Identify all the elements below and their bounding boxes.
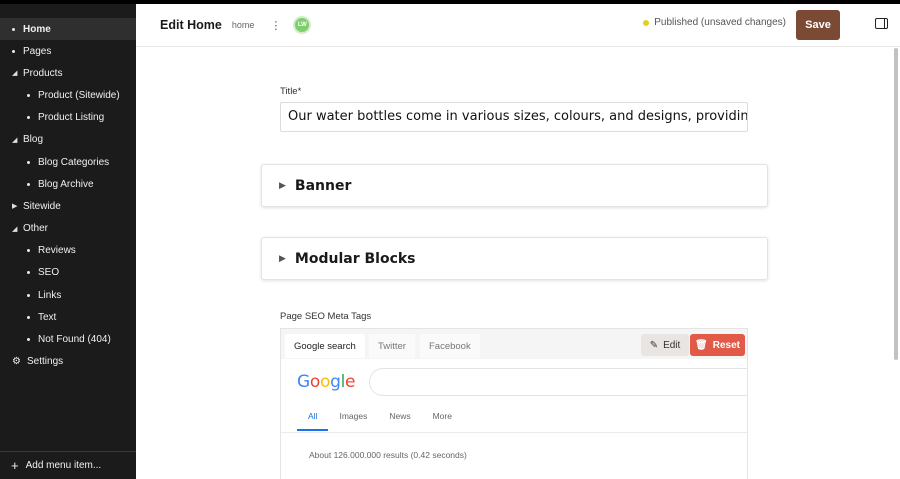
sidebar-nav: Home Pages ◢ Products Product (Sitewide) Prod…	[0, 4, 136, 373]
google-result-tabs: All Images News More	[297, 411, 463, 431]
sidebar-item-label: Blog	[23, 134, 44, 146]
caret-down-icon: ◢	[12, 70, 18, 78]
gear-icon: ⚙	[12, 356, 21, 368]
sidebar-item-blog-archive[interactable]: Blog Archive	[0, 173, 136, 195]
title-input[interactable]: Our water bottles come in various sizes,…	[280, 102, 748, 132]
sidebar-item-pages[interactable]: Pages	[0, 40, 136, 62]
sidebar-item-label: Product Listing	[38, 112, 105, 124]
tab-facebook[interactable]: Facebook	[420, 334, 480, 358]
tab-twitter[interactable]: Twitter	[369, 334, 415, 358]
sidebar-item-label: Other	[23, 223, 49, 235]
seo-edit-label: Edit	[663, 339, 681, 351]
caret-right-icon: ▶	[279, 180, 286, 190]
google-tab-more: More	[432, 411, 452, 421]
bullet-icon	[27, 338, 30, 342]
bullet-icon	[27, 160, 30, 164]
sidebar-item-text[interactable]: Text	[0, 306, 136, 328]
seo-reset-label: Reset	[712, 339, 740, 351]
sidebar-item-label: Product (Sitewide)	[38, 89, 120, 101]
seo-edit-button[interactable]: ✎ Edit	[641, 334, 689, 356]
google-tab-news: News	[389, 411, 411, 421]
google-search-box	[369, 368, 747, 396]
sidebar-item-label: Blog Categories	[38, 156, 110, 168]
google-results-count: About 126.000.000 results (0.42 seconds)	[309, 450, 467, 460]
sidebar-item-links[interactable]: Links	[0, 284, 136, 306]
sidebar-item-product-sitewide[interactable]: Product (Sitewide)	[0, 84, 136, 106]
sidebar-item-home[interactable]: Home	[0, 18, 136, 40]
sidebar-item-label: Settings	[27, 356, 64, 368]
google-tab-images: Images	[339, 411, 368, 421]
bullet-icon	[27, 249, 30, 253]
sidebar-item-other[interactable]: ◢ Other	[0, 218, 136, 240]
bullet-icon	[27, 93, 30, 97]
caret-right-icon: ▶	[279, 253, 286, 263]
trash-icon: 🗑	[695, 339, 708, 351]
bullet-icon	[12, 27, 15, 31]
sidebar-item-blog-categories[interactable]: Blog Categories	[0, 151, 136, 173]
modular-blocks-accordion[interactable]: ▶ Modular Blocks	[261, 237, 768, 280]
sidebar: Home Pages ◢ Products Product (Sitewide) Prod…	[0, 0, 136, 479]
avatar[interactable]: LW	[293, 16, 312, 34]
caret-down-icon: ◢	[12, 225, 18, 233]
bullet-icon	[27, 182, 30, 186]
sidebar-item-label: Reviews	[38, 245, 76, 257]
status-dot-icon	[643, 19, 650, 26]
sidebar-item-sitewide[interactable]: ▶ Sitewide	[0, 195, 136, 217]
google-tab-all: All	[297, 411, 329, 431]
main-content: Title* Our water bottles come in various…	[136, 48, 900, 479]
sidebar-item-products[interactable]: ◢ Products	[0, 62, 136, 84]
sidebar-item-label: Home	[23, 23, 51, 35]
sidebar-item-label: SEO	[38, 267, 60, 279]
sidebar-item-product-listing[interactable]: Product Listing	[0, 107, 136, 129]
caret-right-icon: ▶	[12, 203, 18, 211]
bullet-icon	[27, 293, 30, 297]
add-menu-item-label: Add menu item...	[25, 460, 102, 471]
tab-google-search[interactable]: Google search	[285, 334, 365, 358]
bullet-icon	[27, 271, 30, 275]
page-title: Edit Home	[160, 18, 222, 32]
sidebar-item-label: Links	[38, 289, 62, 301]
caret-down-icon: ◢	[12, 136, 18, 144]
sidebar-item-label: Not Found (404)	[38, 334, 111, 346]
seo-reset-button[interactable]: 🗑 Reset	[690, 334, 745, 356]
banner-accordion[interactable]: ▶ Banner	[261, 164, 768, 207]
sidebar-item-reviews[interactable]: Reviews	[0, 240, 136, 262]
save-button[interactable]: Save	[796, 10, 840, 40]
divider	[281, 432, 747, 433]
sidebar-item-blog[interactable]: ◢ Blog	[0, 129, 136, 151]
publish-status-text: Published (unsaved changes)	[654, 17, 786, 28]
edit-icon: ✎	[649, 339, 659, 351]
seo-tabs: Google search Twitter Facebook ✎ Edit 🗑 …	[281, 329, 747, 359]
page-slug: home	[231, 20, 255, 30]
sidebar-panel-toggle-icon[interactable]	[875, 18, 888, 29]
publish-status: Published (unsaved changes)	[643, 17, 786, 28]
accordion-title-modular-blocks: Modular Blocks	[294, 250, 416, 267]
editor-header: Edit Home home ⋮ LW Published (unsaved c…	[136, 4, 900, 47]
add-menu-item-button[interactable]: + Add menu item...	[0, 451, 136, 479]
sidebar-item-seo[interactable]: SEO	[0, 262, 136, 284]
sidebar-item-settings[interactable]: ⚙ Settings	[0, 351, 136, 373]
accordion-title-banner: Banner	[294, 177, 352, 194]
sidebar-item-label: Text	[38, 311, 57, 323]
sidebar-item-label: Sitewide	[23, 200, 61, 212]
sidebar-item-not-found-404[interactable]: Not Found (404)	[0, 328, 136, 350]
plus-icon: +	[11, 458, 19, 473]
title-field-label: Title*	[280, 86, 302, 97]
bullet-icon	[27, 315, 30, 319]
google-logo: Google	[297, 372, 356, 392]
sidebar-item-label: Products	[23, 67, 63, 79]
sidebar-item-label: Blog Archive	[38, 178, 94, 190]
seo-preview-panel: Google search Twitter Facebook ✎ Edit 🗑 …	[280, 328, 748, 479]
more-options-icon[interactable]: ⋮	[270, 19, 281, 32]
sidebar-item-label: Pages	[23, 45, 52, 57]
bullet-icon	[12, 49, 15, 53]
google-search-preview: Google All Images News More About 126.00…	[281, 359, 747, 479]
seo-meta-tags-label: Page SEO Meta Tags	[280, 311, 372, 322]
bullet-icon	[27, 116, 30, 120]
